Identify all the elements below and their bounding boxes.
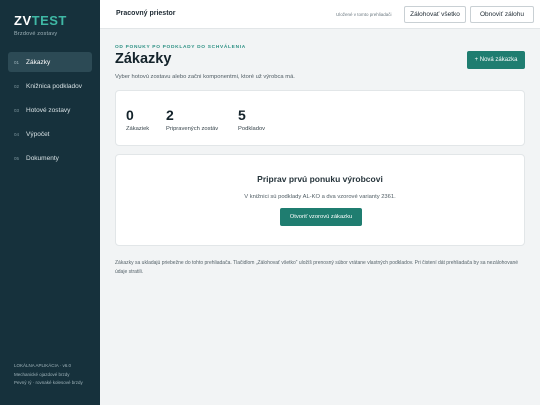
app-version: LOKÁLNA APLIKÁCIA · v6.0 [14, 363, 72, 368]
sidebar: ZVTEST Brzdové zostavy 01 Zákazky 02 Kni… [0, 0, 100, 405]
logo-accent: TEST [31, 13, 67, 28]
sidebar-item-kniznica-podkladov[interactable]: 02 Knižnica podkladov [8, 76, 92, 96]
page-subtitle: Vyber hotovú zostavu alebo začni kompone… [115, 74, 295, 80]
new-order-button[interactable]: + Nová zákazka [467, 51, 525, 69]
empty-state-title: Priprav prvú ponuku výrobcovi [257, 174, 383, 184]
stat-value: 2 [166, 107, 174, 123]
page-title: Zákazky [115, 51, 172, 67]
stats-card: 0 Zákaziek 2 Pripravených zostáv 5 Podkl… [115, 90, 525, 146]
top-bar: Pracovný priestor Uložené v tomto prehli… [100, 0, 540, 29]
sidebar-item-label: Hotové zostavy [26, 106, 71, 114]
stat-value: 0 [126, 107, 134, 123]
sidebar-item-label: Knižnica podkladov [26, 82, 83, 90]
sidebar-item-hotove-zostavy[interactable]: 03 Hotové zostavy [8, 100, 92, 120]
page-eyebrow: OD PONUKY PO PODKLADY DO SCHVÁLENIA [115, 45, 246, 50]
stat-label: Podkladov [238, 126, 266, 132]
backup-all-button[interactable]: Zálohovať všetko [404, 6, 466, 23]
restore-backup-button[interactable]: Obnoviť zálohu [470, 6, 534, 23]
workspace-title: Pracovný priestor [116, 10, 176, 17]
footer-line-brakes: Mechanické ojazdové brzdy [14, 371, 70, 377]
sidebar-item-dokumenty[interactable]: 05 Dokumenty [8, 148, 92, 168]
app-subtitle: Brzdové zostavy [14, 31, 58, 37]
stat-orders: 0 Zákaziek [126, 107, 149, 132]
open-sample-order-button[interactable]: Otvoriť vzorovú zákazku [280, 208, 362, 226]
sidebar-item-number: 05 [14, 155, 20, 161]
sidebar-item-label: Dokumenty [26, 154, 59, 162]
sidebar-item-label: Zákazky [26, 58, 51, 66]
app-logo[interactable]: ZVTEST [14, 13, 67, 28]
stat-value: 5 [238, 107, 246, 123]
sidebar-item-number: 03 [14, 107, 20, 113]
stat-label: Zákaziek [126, 126, 150, 132]
sidebar-item-vypocet[interactable]: 04 Výpočet [8, 124, 92, 144]
stat-label: Pripravených zostáv [166, 126, 219, 132]
sidebar-item-number: 01 [14, 59, 20, 65]
empty-state-card: Priprav prvú ponuku výrobcovi V knižnici… [115, 154, 525, 246]
logo-main: ZV [14, 13, 32, 28]
footer-line-axle: Pevný rý · rovnaké kolesové brzdy [14, 380, 83, 385]
sidebar-item-label: Výpočet [26, 130, 50, 138]
sidebar-item-number: 04 [14, 131, 20, 137]
stat-prepared-assemblies: 2 Pripravených zostáv [166, 107, 218, 132]
storage-hint: Uložené v tomto prehliadači [336, 12, 392, 17]
stat-documents: 5 Podkladov [238, 107, 265, 132]
empty-state-text: V knižnici sú podklady AL-KO a dva vzoro… [244, 194, 396, 200]
sidebar-footer: LOKÁLNA APLIKÁCIA · v6.0 Mechanické ojaz… [14, 362, 83, 388]
sidebar-item-zakazky[interactable]: 01 Zákazky [8, 52, 92, 72]
sidebar-item-number: 02 [14, 83, 20, 89]
storage-footnote: Zákazky sa ukladajú priebežne do tohto p… [115, 260, 519, 275]
sidebar-nav: 01 Zákazky 02 Knižnica podkladov 03 Hoto… [8, 52, 92, 172]
